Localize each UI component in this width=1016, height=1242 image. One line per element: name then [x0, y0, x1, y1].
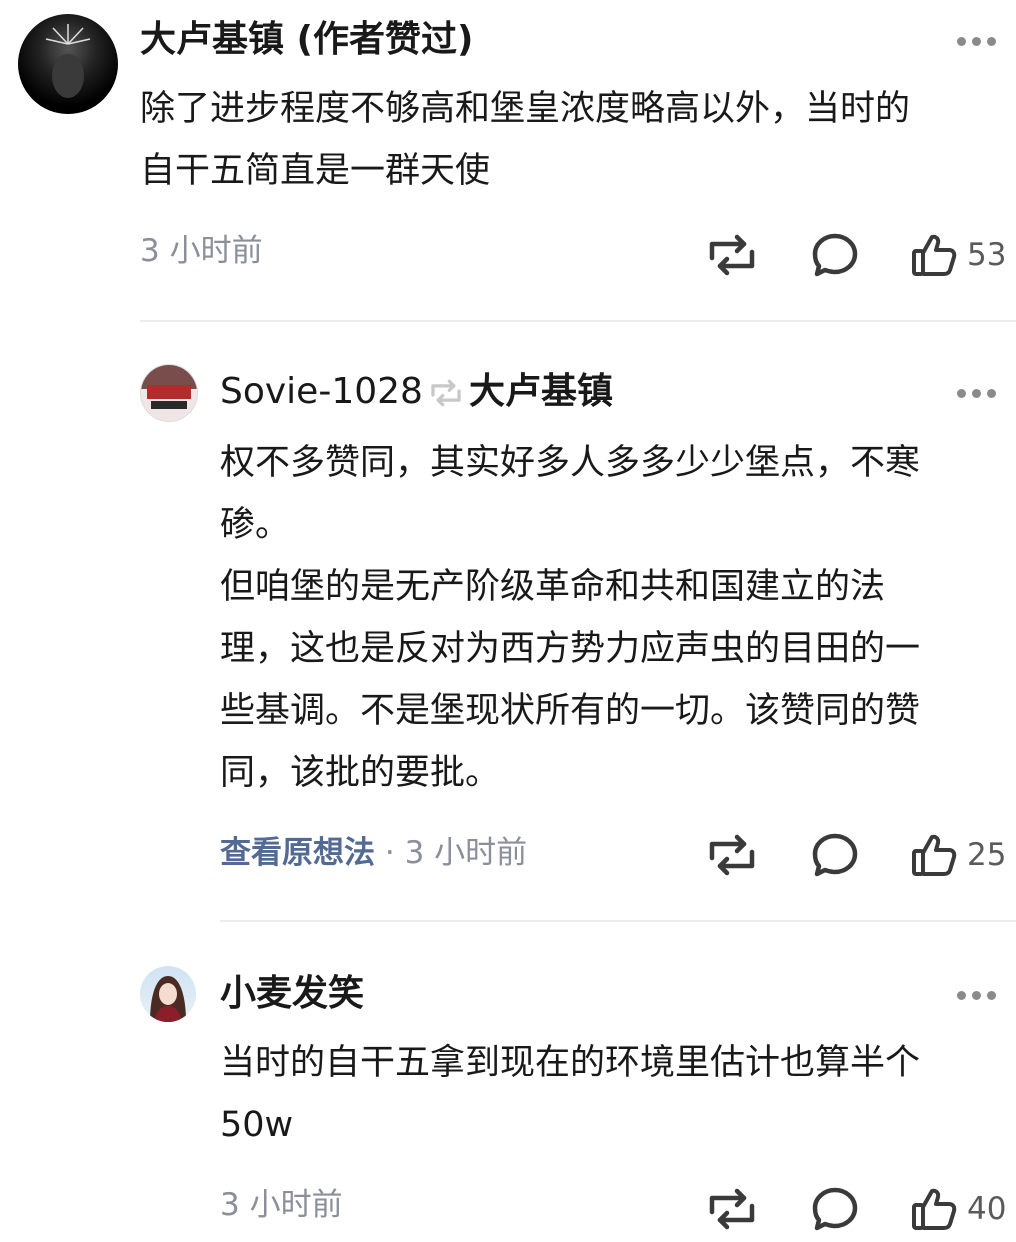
repost-icon [709, 234, 755, 276]
action-bar: 53 [686, 230, 1016, 280]
more-icon[interactable] [957, 389, 996, 398]
divider [140, 320, 1016, 322]
divider [220, 920, 1016, 922]
like-button[interactable]: 25 [911, 830, 1006, 880]
author-name[interactable]: Sovie-1028 大卢基镇 [220, 374, 613, 410]
comment-text: 除了进步程度不够高和堡皇浓度略高以外，当时的 自干五简直是一群天使 [140, 89, 911, 191]
action-bar: 40 [686, 1184, 1016, 1234]
action-bar: 25 [686, 830, 1016, 880]
avatar[interactable] [140, 364, 198, 422]
comment-text: 权不多赞同，其实好多人多多少少堡点，不寒 碜。 但咱堡的是无产阶级革命和共和国建… [220, 443, 921, 793]
like-count: 25 [967, 837, 1007, 873]
comment-time: 3 小时前 [404, 835, 528, 871]
repost-button[interactable] [706, 1184, 758, 1234]
repost-icon [709, 1188, 755, 1230]
author-name[interactable]: 小麦发笑 [220, 976, 364, 1012]
avatar[interactable] [140, 966, 196, 1022]
like-button[interactable]: 53 [911, 230, 1006, 280]
like-count: 53 [967, 237, 1007, 273]
comment-icon [812, 1187, 858, 1231]
repost-button[interactable] [706, 230, 758, 280]
like-icon [912, 1188, 957, 1230]
more-icon[interactable] [957, 991, 996, 1000]
like-icon [912, 234, 957, 276]
comment-meta: 查看原想法 · 3 小时前 [220, 838, 527, 869]
avatar[interactable] [18, 14, 118, 114]
comment-button[interactable] [811, 1184, 859, 1234]
comment-time: 3 小时前 [140, 233, 263, 269]
comment-item: 大卢基镇 (作者赞过) 除了进步程度不够高和堡皇浓度略高以外，当时的 自干五简直… [0, 0, 1016, 322]
comment-icon [812, 233, 858, 277]
like-button[interactable]: 40 [911, 1184, 1006, 1234]
comment-button[interactable] [811, 830, 859, 880]
comment-time: 3 小时前 [220, 1187, 343, 1223]
view-original-link[interactable]: 查看原想法 [220, 835, 375, 871]
comment-text: 当时的自干五拿到现在的环境里估计也算半个 50w [220, 1043, 921, 1145]
like-icon [912, 834, 957, 876]
repost-icon [709, 834, 755, 876]
repost-button[interactable] [706, 830, 758, 880]
more-icon[interactable] [957, 37, 996, 46]
author-name[interactable]: 大卢基镇 (作者赞过) [140, 22, 473, 58]
reply-arrow-icon [431, 379, 461, 407]
like-count: 40 [967, 1191, 1007, 1227]
comment-icon [812, 833, 858, 877]
meta-separator: · [375, 835, 405, 871]
reply-author[interactable]: Sovie-1028 [220, 371, 423, 412]
comment-button[interactable] [811, 230, 859, 280]
reply-target[interactable]: 大卢基镇 [469, 371, 613, 412]
